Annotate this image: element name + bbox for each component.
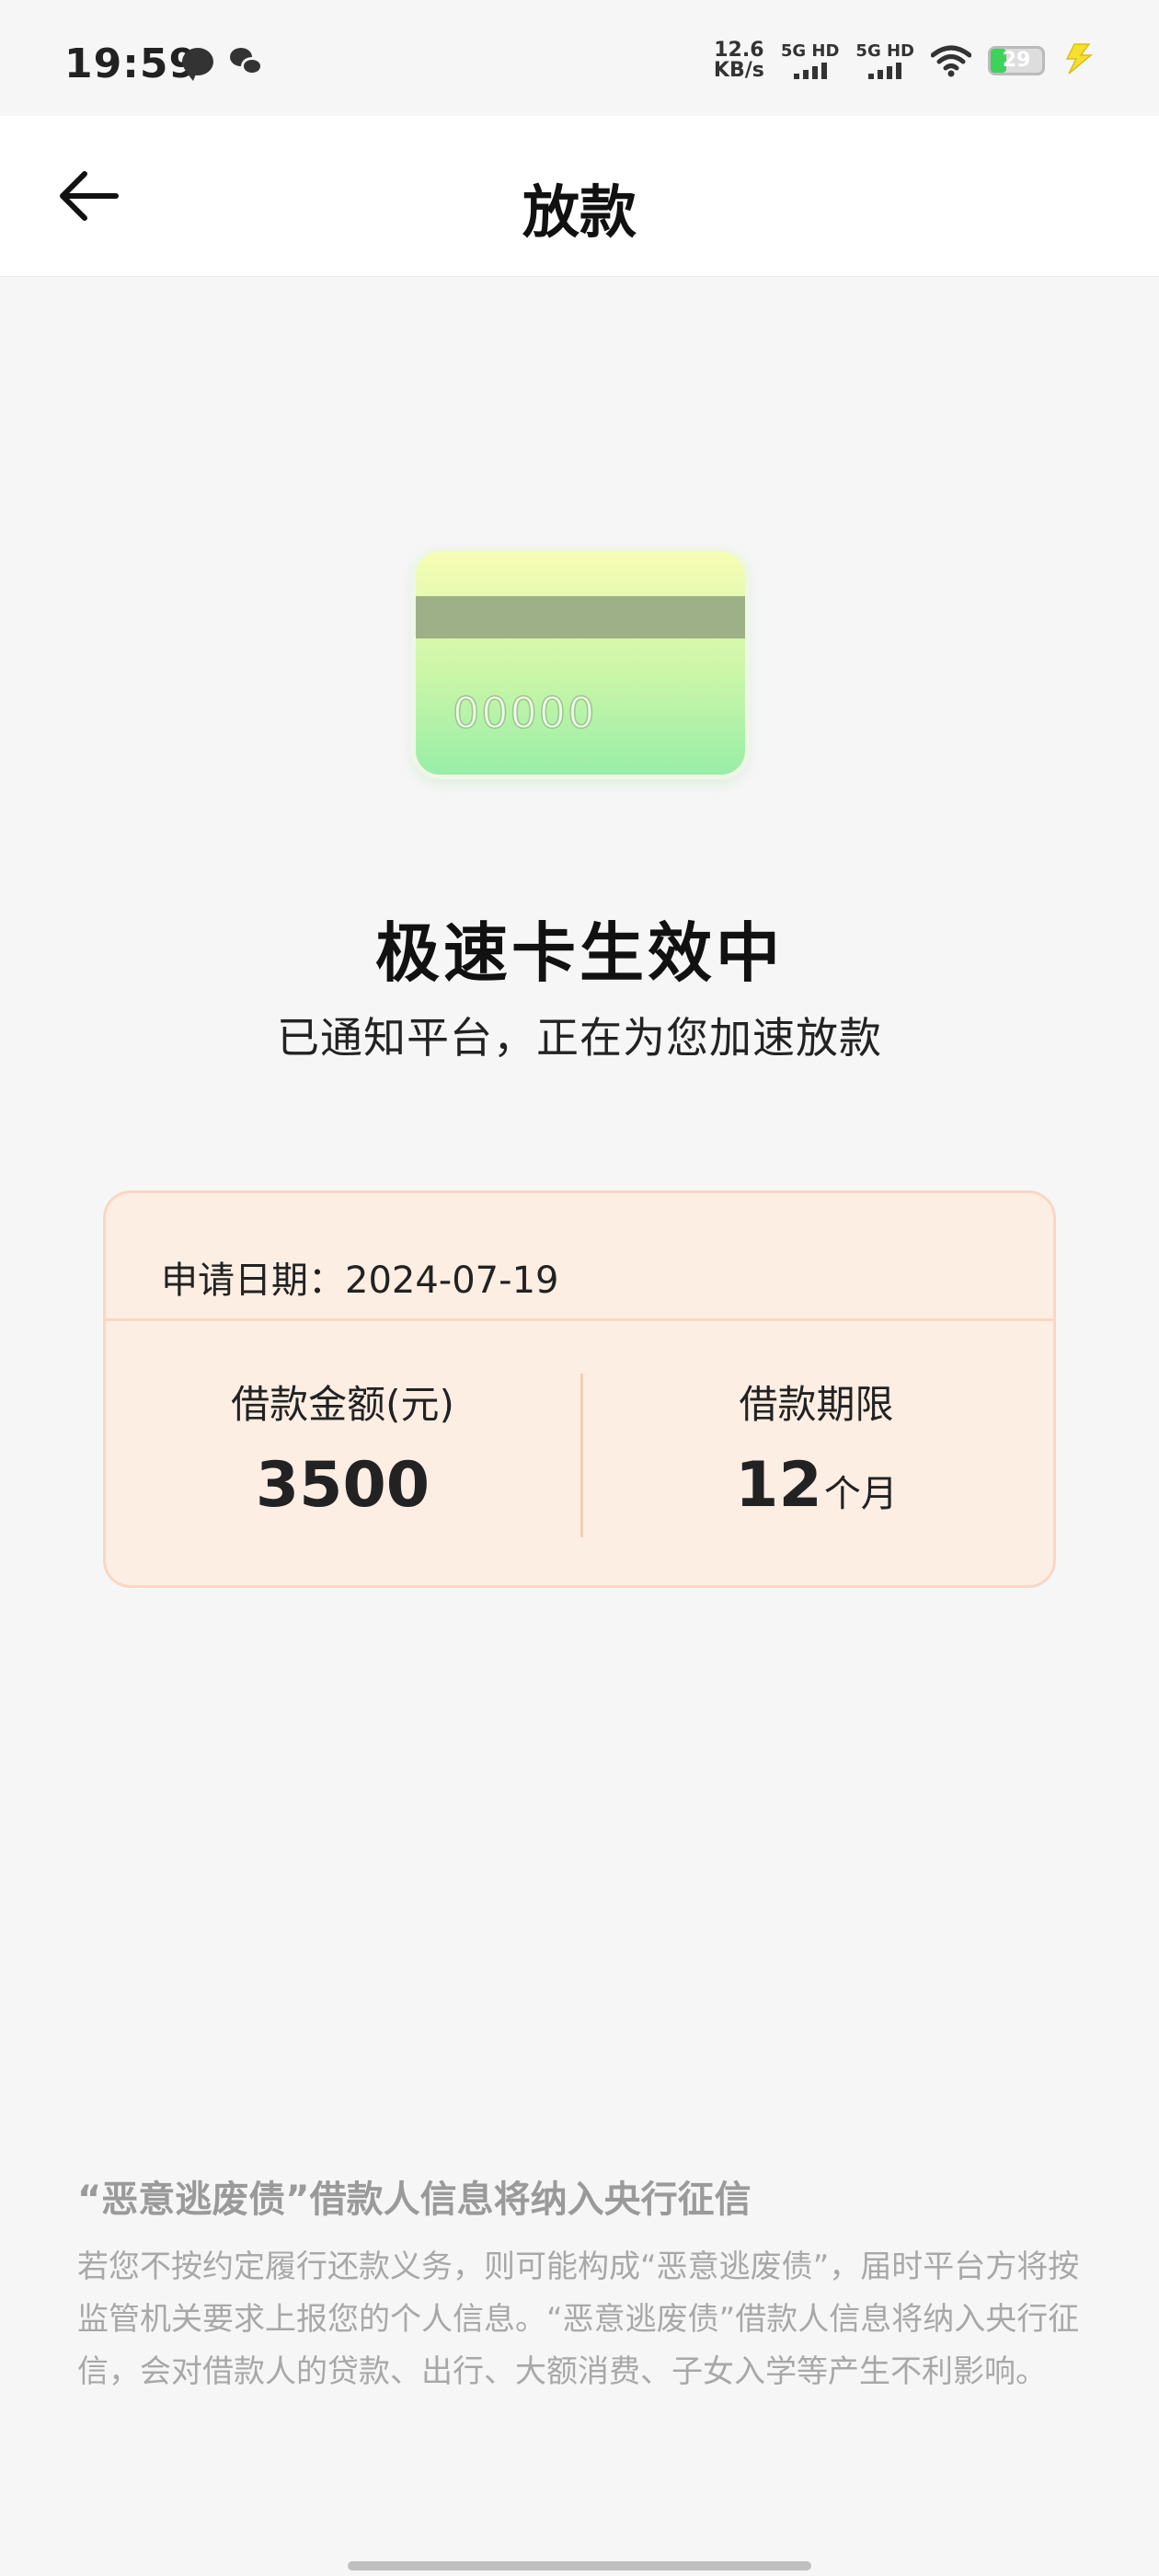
loan-term-value: 12 [735,1449,822,1522]
sim1-signal: 5G HD [780,41,840,79]
loan-amount-column: 借款金额(元) 3500 [106,1318,580,1585]
status-subline: 已通知平台，正在为您加速放款 [277,1013,882,1063]
network-speed-value: 12.6 [714,39,764,62]
loan-term-label: 借款期限 [739,1382,894,1427]
signal-bars-icon [793,61,827,79]
sim2-signal: 5G HD [855,42,914,79]
network-speed: 12.6 KB/s [714,40,764,81]
card-number: 00000 [452,687,597,739]
charging-bolt-icon [1061,42,1095,79]
chat-bubble-icon [182,48,213,81]
sim1-label: 5G HD [780,41,840,61]
wifi-icon [930,44,972,77]
page-title: 放款 [522,178,637,246]
apply-date-value: 2024-07-19 [345,1259,559,1302]
card-magnetic-stripe [416,596,745,638]
loan-term-unit: 个月 [823,1473,898,1515]
credit-notice-title: “恶意逃废债”借款人信息将纳入央行征信 [77,2179,752,2221]
sim2-label: 5G HD [855,41,914,61]
network-speed-unit: KB/s [713,59,764,82]
home-indicator[interactable] [348,2561,811,2570]
battery-level: 29 [1002,49,1031,72]
loan-amount-label: 借款金额(元) [231,1382,454,1427]
apply-date-row: 申请日期：2024-07-19 [106,1193,1053,1321]
status-headline: 极速卡生效中 [375,915,784,991]
battery-icon: 29 [988,46,1045,75]
nav-bar: 放款 [0,116,1159,277]
loan-term-value-wrap: 12个月 [580,1449,1053,1522]
apply-date-text: 申请日期：2024-07-19 [161,1250,558,1304]
apply-date-label: 申请日期： [161,1259,345,1302]
loan-info-panel: 申请日期：2024-07-19 借款金额(元) 3500 借款期限 12个月 [103,1190,1056,1588]
status-indicators: 12.6 KB/s 5G HD 5G HD 29 [714,40,1095,81]
signal-bars-icon [868,61,902,79]
wechat-icon [230,48,263,75]
loan-term-column: 借款期限 12个月 [580,1318,1053,1585]
speed-card-illustration: 00000 [416,552,745,775]
loan-amount-value: 3500 [255,1449,430,1522]
credit-notice-body: 若您不按约定履行还款义务，则可能构成“恶意逃废债”，届时平台方将按监管机关要求上… [77,2248,1080,2390]
notification-icons [182,48,263,81]
status-time: 19:59 [64,40,199,87]
status-bar: 19:59 12.6 KB/s 5G HD 5G HD 29 [0,0,1159,116]
